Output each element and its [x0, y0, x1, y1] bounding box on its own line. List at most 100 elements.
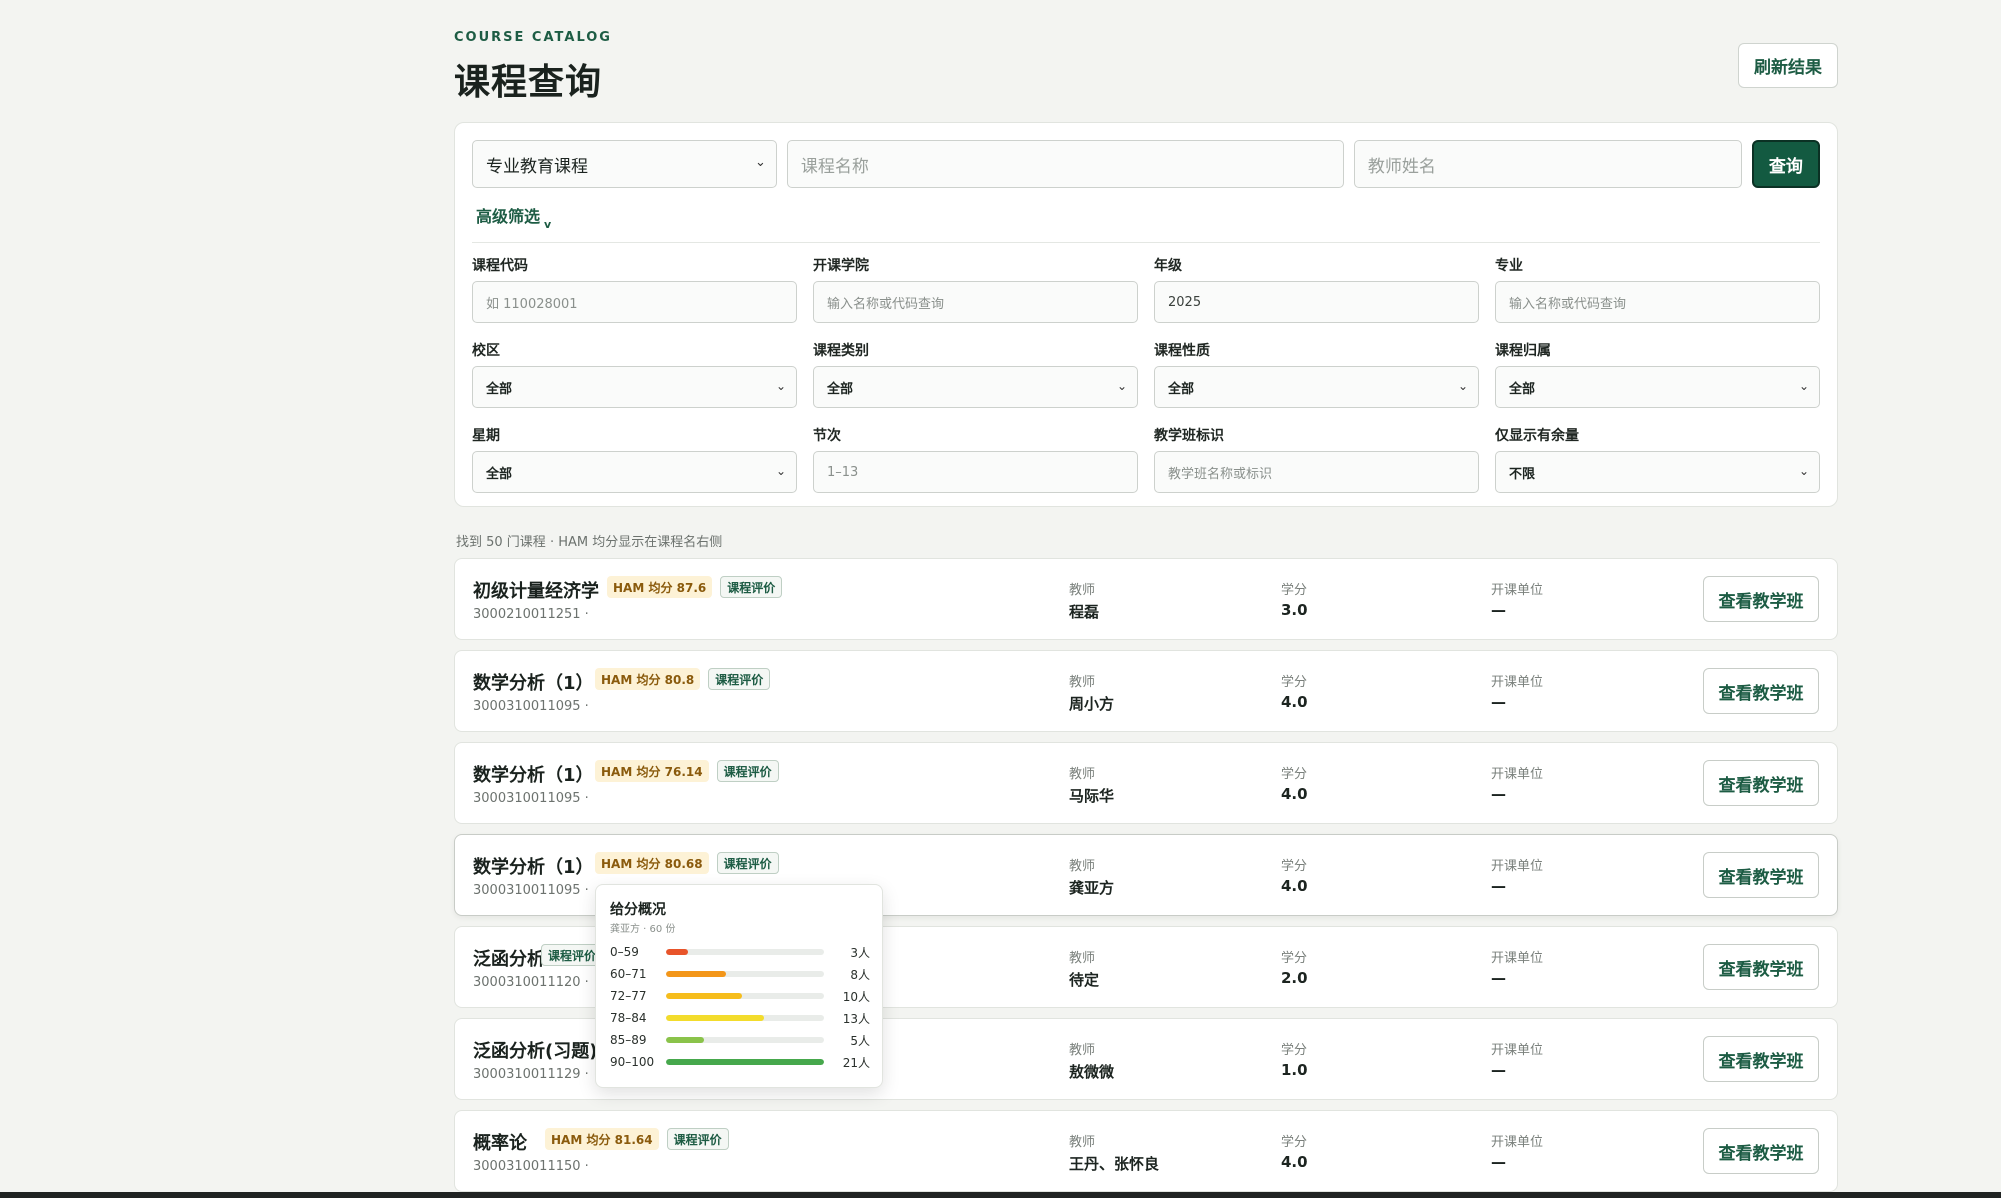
- campus-select[interactable]: 全部 ⌄: [472, 366, 797, 408]
- course-type-select[interactable]: 全部 ⌄: [813, 366, 1138, 408]
- class-tag-input[interactable]: 教学班名称或标识: [1154, 451, 1479, 493]
- page-container: COURSE CATALOG 课程查询 刷新结果 专业教育课程 ⌄ 课程名称 教…: [454, 28, 1838, 1192]
- course-evaluation-badge[interactable]: 课程评价: [716, 852, 779, 874]
- course-owner-select[interactable]: 全部 ⌄: [1495, 366, 1820, 408]
- course-evaluation-badge[interactable]: 课程评价: [708, 668, 771, 690]
- course-badges: HAM 均分 81.64 课程评价: [545, 1128, 729, 1150]
- search-row: 专业教育课程 ⌄ 课程名称 教师姓名 查询: [472, 140, 1820, 188]
- course-name-input[interactable]: 课程名称: [786, 140, 1344, 188]
- department-column: 开课单位 —: [1491, 1131, 1543, 1171]
- distribution-track: [666, 1015, 824, 1021]
- period-input[interactable]: 1–13: [813, 451, 1138, 493]
- score-range: 0–59: [610, 945, 639, 959]
- teacher-name-input[interactable]: 教师姓名: [1353, 140, 1742, 188]
- course-row: 数学分析（1） HAM 均分 76.14 课程评价 3000310011095 · 教师…: [454, 742, 1838, 824]
- field-label: 课程性质: [1154, 343, 1210, 359]
- popover-subtitle: 龚亚方 · 60 份: [610, 924, 676, 935]
- divider: [472, 242, 1820, 243]
- popover-title: 给分概况: [610, 902, 666, 918]
- course-name: 数学分析（1）: [473, 765, 594, 786]
- ham-average-badge[interactable]: HAM 均分 81.64: [545, 1128, 659, 1150]
- department-column: 开课单位 —: [1491, 1039, 1543, 1079]
- course-name: 泛函分析: [473, 949, 545, 970]
- chevron-down-icon: ⌄: [754, 155, 766, 170]
- view-classes-button[interactable]: 查看教学班: [1703, 944, 1819, 990]
- view-classes-button[interactable]: 查看教学班: [1703, 668, 1819, 714]
- select-value: 全部: [486, 466, 513, 482]
- advanced-filter-grid: 课程代码 如 110028001 开课学院 输入名称或代码查询 年级 2025 …: [472, 255, 1820, 493]
- field-label: 星期: [472, 428, 500, 444]
- course-row: 数学分析（1） HAM 均分 80.8 课程评价 3000310011095 · 教师周…: [454, 650, 1838, 732]
- only-available-select[interactable]: 不限 ⌄: [1495, 451, 1820, 493]
- field-label: 节次: [813, 428, 841, 444]
- credit-value: 1.0: [1281, 1061, 1308, 1079]
- view-classes-button[interactable]: 查看教学班: [1703, 1128, 1819, 1174]
- course-badges: 课程评价: [541, 944, 604, 966]
- view-classes-button[interactable]: 查看教学班: [1703, 760, 1819, 806]
- department-column: 开课单位 —: [1491, 671, 1543, 711]
- weekday-select[interactable]: 全部 ⌄: [472, 451, 797, 493]
- student-count: 21人: [842, 1055, 870, 1070]
- refresh-button[interactable]: 刷新结果: [1738, 43, 1838, 88]
- course-name: 概率论: [473, 1133, 527, 1154]
- distribution-track: [666, 1037, 824, 1043]
- credit-label: 学分: [1281, 767, 1308, 782]
- course-nature-select[interactable]: 全部 ⌄: [1154, 366, 1479, 408]
- distribution-bar: [666, 949, 689, 955]
- department-value: —: [1491, 877, 1506, 895]
- course-evaluation-badge[interactable]: 课程评价: [716, 760, 779, 782]
- filter-only-available: 仅显示有余量 不限 ⌄: [1495, 425, 1820, 493]
- course-code-input[interactable]: 如 110028001: [472, 281, 797, 323]
- department-value: —: [1491, 969, 1506, 987]
- college-input[interactable]: 输入名称或代码查询: [813, 281, 1138, 323]
- ham-average-badge[interactable]: HAM 均分 87.6: [607, 576, 713, 598]
- course-evaluation-badge[interactable]: 课程评价: [720, 576, 783, 598]
- credit-value: 2.0: [1281, 969, 1308, 987]
- filter-campus: 校区 全部 ⌄: [472, 340, 797, 408]
- course-badges: HAM 均分 80.68 课程评价: [595, 852, 779, 874]
- teacher-value: 王丹、张怀良: [1069, 1155, 1160, 1173]
- department-column: 开课单位 —: [1491, 763, 1543, 803]
- advanced-filter-toggle[interactable]: 高级筛选 v: [476, 203, 551, 231]
- score-range: 60–71: [610, 967, 647, 981]
- department-value: —: [1491, 601, 1506, 619]
- major-input[interactable]: 输入名称或代码查询: [1495, 281, 1820, 323]
- department-label: 开课单位: [1491, 1135, 1544, 1150]
- teacher-value: 周小方: [1069, 695, 1115, 713]
- chevron-down-icon: ⌄: [775, 379, 786, 393]
- distribution-row: 0–59 3人: [610, 941, 870, 963]
- grade-input[interactable]: 2025: [1154, 281, 1479, 323]
- department-column: 开课单位 —: [1491, 579, 1543, 619]
- chevron-down-icon: ⌄: [1457, 379, 1468, 393]
- distribution-row: 90–100 21人: [610, 1051, 870, 1073]
- chevron-down-icon: ⌄: [1116, 379, 1127, 393]
- field-label: 专业: [1495, 258, 1523, 274]
- category-select[interactable]: 专业教育课程 ⌄: [472, 140, 777, 188]
- select-value: 不限: [1509, 466, 1536, 482]
- student-count: 10人: [842, 989, 870, 1004]
- course-evaluation-badge[interactable]: 课程评价: [666, 1128, 729, 1150]
- query-button[interactable]: 查询: [1751, 140, 1820, 188]
- course-name: 数学分析（1）: [473, 857, 594, 878]
- field-label: 仅显示有余量: [1495, 428, 1579, 444]
- ham-average-badge[interactable]: HAM 均分 80.8: [595, 668, 701, 690]
- ham-average-badge[interactable]: HAM 均分 76.14: [595, 760, 709, 782]
- distribution-bar: [666, 1015, 764, 1021]
- filter-period: 节次 1–13: [813, 425, 1138, 493]
- ham-average-badge[interactable]: HAM 均分 80.68: [595, 852, 709, 874]
- student-count: 3人: [850, 945, 870, 960]
- teacher-value: 程磊: [1069, 603, 1100, 621]
- filter-college: 开课学院 输入名称或代码查询: [813, 255, 1138, 323]
- department-label: 开课单位: [1491, 1043, 1544, 1058]
- view-classes-button[interactable]: 查看教学班: [1703, 1036, 1819, 1082]
- department-value: —: [1491, 693, 1506, 711]
- credit-label: 学分: [1281, 859, 1308, 874]
- view-classes-button[interactable]: 查看教学班: [1703, 852, 1819, 898]
- view-classes-button[interactable]: 查看教学班: [1703, 576, 1819, 622]
- chevron-down-icon: ⌄: [1798, 464, 1809, 478]
- department-value: —: [1491, 785, 1506, 803]
- distribution-bar: [666, 1037, 704, 1043]
- course-evaluation-badge[interactable]: 课程评价: [541, 944, 604, 966]
- course-code: 3000310011129 ·: [473, 1067, 589, 1082]
- department-label: 开课单位: [1491, 951, 1544, 966]
